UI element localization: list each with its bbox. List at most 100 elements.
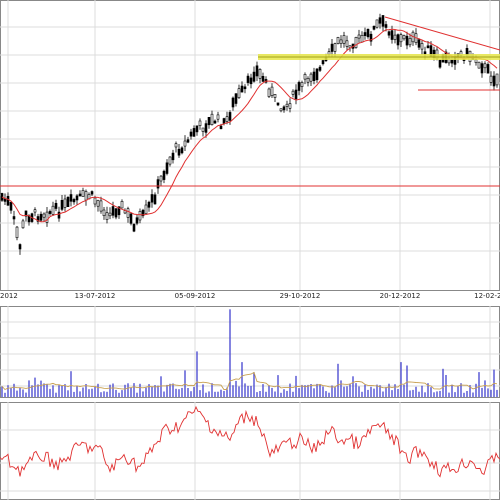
candle-body	[210, 113, 214, 125]
candle-body	[156, 179, 160, 189]
candle-body	[132, 223, 136, 232]
price-panel: 13-07-2012 05-09-2012 29-10-2012 20-12-2012…	[0, 0, 500, 300]
candle-body	[354, 36, 358, 48]
candle-body	[279, 108, 283, 112]
candle-body	[381, 15, 385, 27]
candle-body	[438, 59, 442, 68]
candle-body	[99, 200, 103, 212]
candle-body	[360, 34, 364, 43]
candle-body	[225, 116, 229, 122]
candle-body	[96, 200, 100, 207]
candle-body	[486, 64, 490, 74]
candle-body	[18, 244, 22, 250]
candle-body	[153, 194, 157, 205]
candle-body	[384, 24, 388, 28]
candle-body	[246, 75, 250, 83]
candle-body	[330, 43, 334, 52]
candle-body	[219, 125, 223, 130]
candle-body	[90, 191, 94, 195]
candle-body	[102, 209, 106, 216]
candle-body	[366, 28, 370, 38]
candle-body	[375, 19, 379, 28]
candle-body	[426, 45, 430, 49]
candle-body	[72, 199, 76, 203]
candle-body	[66, 196, 70, 207]
candle-body	[204, 123, 208, 133]
candle-body	[171, 152, 175, 161]
candle-body	[378, 17, 382, 24]
candle-body	[291, 90, 295, 95]
candle-body	[408, 37, 412, 46]
candle-body	[243, 86, 247, 90]
candle-body	[114, 208, 118, 218]
candle-body	[495, 73, 499, 86]
candle-body	[126, 208, 130, 218]
candle-body	[213, 120, 217, 124]
x-tick-label: 29-10-2012	[280, 292, 321, 300]
candle-body	[402, 35, 406, 40]
candle-body	[180, 147, 184, 154]
candle-body	[234, 93, 238, 104]
candle-body	[417, 39, 421, 48]
candle-body	[405, 35, 409, 46]
candle-body	[387, 31, 391, 36]
candle-body	[60, 200, 64, 210]
candle-body	[390, 30, 394, 40]
candle-body	[261, 76, 265, 82]
candle-body	[57, 211, 61, 219]
candle-body	[192, 128, 196, 137]
oscillator-panel	[0, 402, 500, 500]
candle-body	[159, 175, 163, 182]
volume-panel-frame	[0, 306, 500, 398]
candle-body	[372, 25, 376, 30]
candle-body	[267, 88, 271, 97]
candle-body	[216, 114, 220, 120]
candle-body	[15, 226, 19, 239]
candle-body	[339, 39, 343, 44]
candle-body	[33, 209, 37, 213]
candle-body	[129, 213, 133, 224]
candle-body	[93, 197, 97, 205]
x-tick-label: 05-09-2012	[175, 292, 216, 300]
candle-body	[294, 89, 298, 100]
candle-body	[303, 74, 307, 80]
candle-body	[69, 194, 73, 202]
candle-body	[240, 85, 244, 93]
candle-body	[393, 34, 397, 40]
candle-body	[186, 139, 190, 143]
candle-body	[105, 212, 109, 220]
candle-body	[111, 206, 115, 216]
candle-body	[144, 204, 148, 214]
candle-body	[222, 118, 226, 124]
candle-body	[309, 73, 313, 82]
candle-body	[195, 125, 199, 133]
candle-body	[183, 140, 187, 147]
candle-body	[300, 82, 304, 87]
candle-body	[474, 59, 478, 63]
candle-body	[237, 88, 241, 98]
candle-body	[276, 102, 280, 106]
candle-body	[120, 201, 124, 209]
x-tick-label: 20-12-2012	[380, 292, 421, 300]
candle-body	[420, 43, 424, 50]
candle-body	[423, 51, 427, 55]
candle-body	[255, 65, 259, 77]
volume-panel	[0, 306, 500, 398]
candle-body	[336, 36, 340, 44]
candle-body	[318, 66, 322, 71]
candle-body	[201, 127, 205, 132]
candle-body	[78, 193, 82, 197]
candle-body	[54, 203, 58, 209]
candle-body	[147, 201, 151, 208]
x-tick-label: 13-07-2012	[75, 292, 116, 300]
candle-body	[165, 162, 169, 174]
candle-body	[297, 82, 301, 91]
candle-body	[282, 106, 286, 111]
candle-body	[489, 75, 493, 83]
candle-body	[333, 43, 337, 52]
candle-body	[198, 120, 202, 126]
candle-body	[315, 68, 319, 81]
candle-body	[162, 170, 166, 180]
candle-body	[345, 40, 349, 47]
candle-body	[363, 32, 367, 37]
